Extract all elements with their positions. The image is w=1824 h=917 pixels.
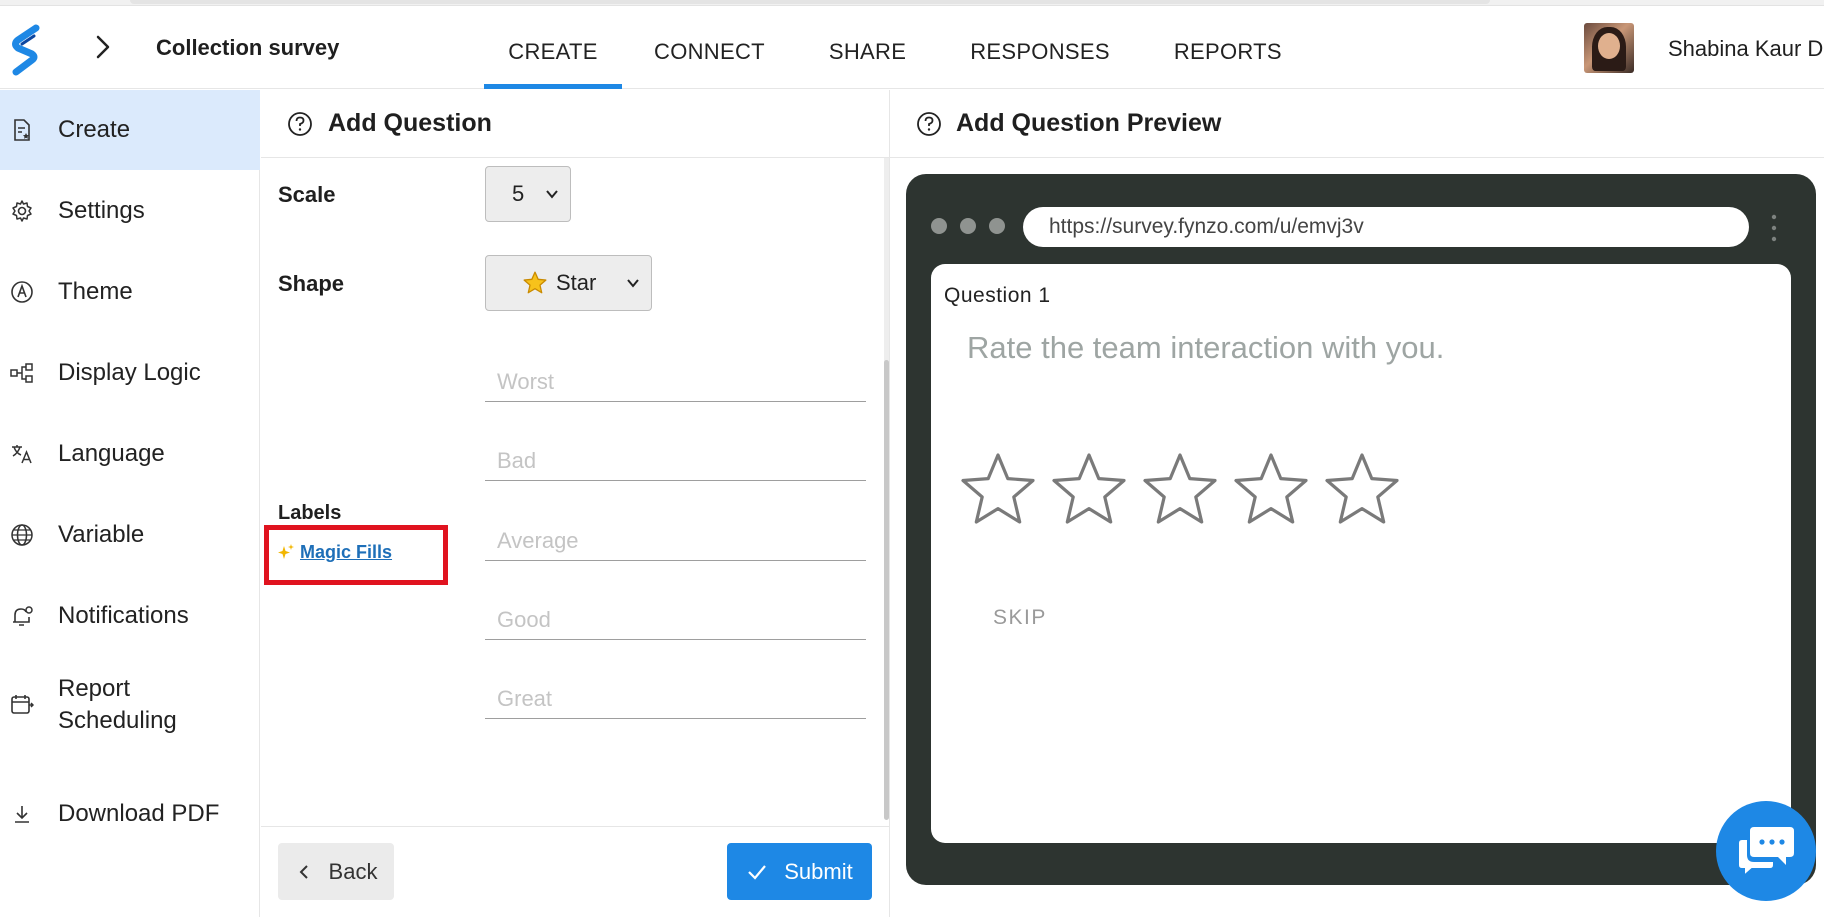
label-input-1[interactable] [485, 362, 866, 402]
fynzo-logo-icon[interactable] [10, 24, 42, 76]
translate-icon [12, 445, 32, 464]
star-filled-icon [523, 271, 547, 294]
chevron-down-icon [546, 190, 558, 199]
sidebar-item-theme[interactable]: Theme [0, 252, 260, 332]
sidebar-item-display-logic[interactable]: Display Logic [0, 333, 260, 413]
panel-title: Add Question [328, 109, 492, 137]
chat-bubble-icon [1737, 827, 1794, 877]
bell-icon [13, 606, 33, 626]
tab-share[interactable]: SHARE [797, 6, 938, 89]
chevron-right-icon[interactable] [90, 34, 116, 60]
skip-button[interactable]: SKIP [993, 606, 1047, 630]
label-input-2[interactable] [485, 441, 866, 481]
preview-header: Add Question Preview [890, 90, 1824, 158]
submit-button-label: Submit [784, 858, 853, 884]
help-circle-icon[interactable] [287, 111, 313, 137]
sidebar-item-label: Theme [58, 278, 133, 305]
help-circle-icon[interactable] [916, 111, 942, 137]
preview-title: Add Question Preview [956, 109, 1222, 137]
sidebar-item-notifications[interactable]: Notifications [0, 576, 260, 656]
tab-reports[interactable]: REPORTS [1142, 6, 1314, 89]
panel-divider [889, 90, 890, 917]
back-button[interactable]: Back [278, 843, 394, 900]
user-avatar[interactable] [1584, 23, 1634, 73]
window-dot [989, 218, 1005, 234]
label-input-4[interactable] [485, 600, 866, 640]
browser-tab-strip [130, 0, 1490, 4]
top-header: Collection survey CREATE CONNECT SHARE R… [0, 6, 1824, 89]
window-dot [960, 218, 976, 234]
question-text: Rate the team interaction with you. [967, 330, 1445, 365]
theme-icon [11, 281, 33, 303]
magic-fills-link[interactable]: Magic Fills [300, 542, 392, 563]
add-question-header: Add Question [261, 90, 889, 158]
sparkle-icon [278, 543, 294, 559]
kebab-menu-icon [1771, 214, 1777, 242]
sidebar-item-settings[interactable]: Settings [0, 171, 260, 251]
tab-responses[interactable]: RESPONSES [938, 6, 1142, 89]
star-rating [958, 450, 1413, 530]
sidebar-item-label: Create [58, 116, 131, 143]
label-input-5[interactable] [485, 679, 866, 719]
window-dot [931, 218, 947, 234]
sidebar-item-label: Notifications [58, 602, 189, 629]
sidebar-item-label: Settings [58, 197, 145, 224]
user-name[interactable]: Shabina Kaur D [1668, 36, 1823, 62]
sidebar: Create Settings Theme Display Logic Lang… [0, 90, 260, 917]
scale-select[interactable]: 5 [485, 166, 571, 222]
back-button-label: Back [328, 858, 378, 884]
sidebar-item-label: Display Logic [58, 359, 201, 386]
star-outline-icon[interactable] [958, 450, 1038, 530]
scale-value: 5 [512, 181, 525, 206]
preview-url-bar: https://survey.fynzo.com/u/emvj3v [1023, 207, 1749, 247]
sidebar-item-language[interactable]: Language [0, 414, 260, 494]
globe-icon [11, 524, 33, 546]
sidebar-item-label: Download PDF [58, 800, 220, 827]
star-outline-icon[interactable] [1231, 450, 1311, 530]
star-outline-icon[interactable] [1140, 450, 1220, 530]
submit-button[interactable]: Submit [727, 843, 872, 900]
magic-fills[interactable]: Magic Fills [276, 542, 392, 563]
sidebar-item-label: Variable [58, 521, 145, 548]
gear-icon [12, 200, 32, 222]
create-form-icon [14, 119, 30, 141]
sidebar-item-report-scheduling[interactable]: Report Scheduling [0, 657, 260, 753]
star-outline-icon[interactable] [1322, 450, 1402, 530]
scale-label: Scale [278, 182, 336, 207]
shape-value: Star [556, 270, 597, 295]
check-icon [748, 864, 767, 880]
label-input-3[interactable] [485, 521, 866, 561]
sidebar-item-variable[interactable]: Variable [0, 495, 260, 575]
labels-label: Labels [278, 502, 342, 524]
chat-launcher-button[interactable] [1716, 801, 1816, 901]
shape-label: Shape [278, 271, 345, 296]
sidebar-item-download-pdf[interactable]: Download PDF [0, 774, 260, 854]
download-icon [15, 806, 29, 823]
tab-create[interactable]: CREATE [484, 6, 622, 89]
calendar-icon [11, 695, 34, 714]
main-tabs: CREATE CONNECT SHARE RESPONSES REPORTS [484, 6, 1314, 89]
sidebar-item-create[interactable]: Create [0, 90, 260, 170]
tab-connect[interactable]: CONNECT [622, 6, 797, 89]
chevron-left-icon [299, 864, 308, 879]
sidebar-item-label: Report Scheduling [58, 675, 177, 734]
chevron-down-icon [627, 279, 639, 288]
shape-select[interactable]: Star [485, 255, 652, 311]
question-number: Question 1 [944, 284, 1051, 307]
logic-flow-icon [10, 363, 33, 383]
sidebar-item-label: Language [58, 440, 165, 467]
survey-title: Collection survey [156, 35, 340, 60]
star-outline-icon[interactable] [1049, 450, 1129, 530]
